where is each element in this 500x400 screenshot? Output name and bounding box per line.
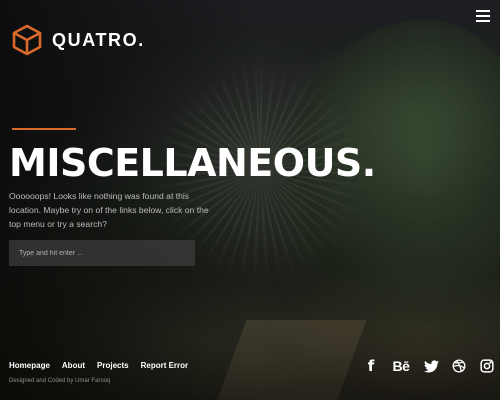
footer-link-homepage[interactable]: Homepage [9, 361, 50, 370]
footer-credit: Designed and Coded by Umar Farooq [9, 378, 111, 384]
instagram-icon[interactable] [478, 358, 496, 374]
brand-name: QUATRO. [52, 29, 145, 50]
search-input[interactable] [9, 240, 195, 266]
page-title: MISCELLANEOUS. [9, 141, 376, 185]
accent-divider [12, 128, 76, 130]
dribbble-icon[interactable] [450, 358, 468, 374]
footer-link-projects[interactable]: Projects [97, 361, 129, 370]
footer-link-about[interactable]: About [62, 361, 85, 370]
footer-link-report-error[interactable]: Report Error [141, 361, 189, 370]
behance-icon[interactable]: Bē [390, 358, 412, 374]
cube-logo-icon [11, 24, 43, 56]
hamburger-menu-icon[interactable] [476, 10, 490, 22]
facebook-icon[interactable]: f [362, 357, 380, 375]
footer-nav: Homepage About Projects Report Error [9, 361, 188, 370]
not-found-message: Oooooops! Looks like nothing was found a… [9, 191, 209, 229]
brand-logo[interactable]: QUATRO. [11, 24, 145, 56]
social-links: f Bē [362, 357, 496, 375]
twitter-icon[interactable] [422, 358, 440, 374]
